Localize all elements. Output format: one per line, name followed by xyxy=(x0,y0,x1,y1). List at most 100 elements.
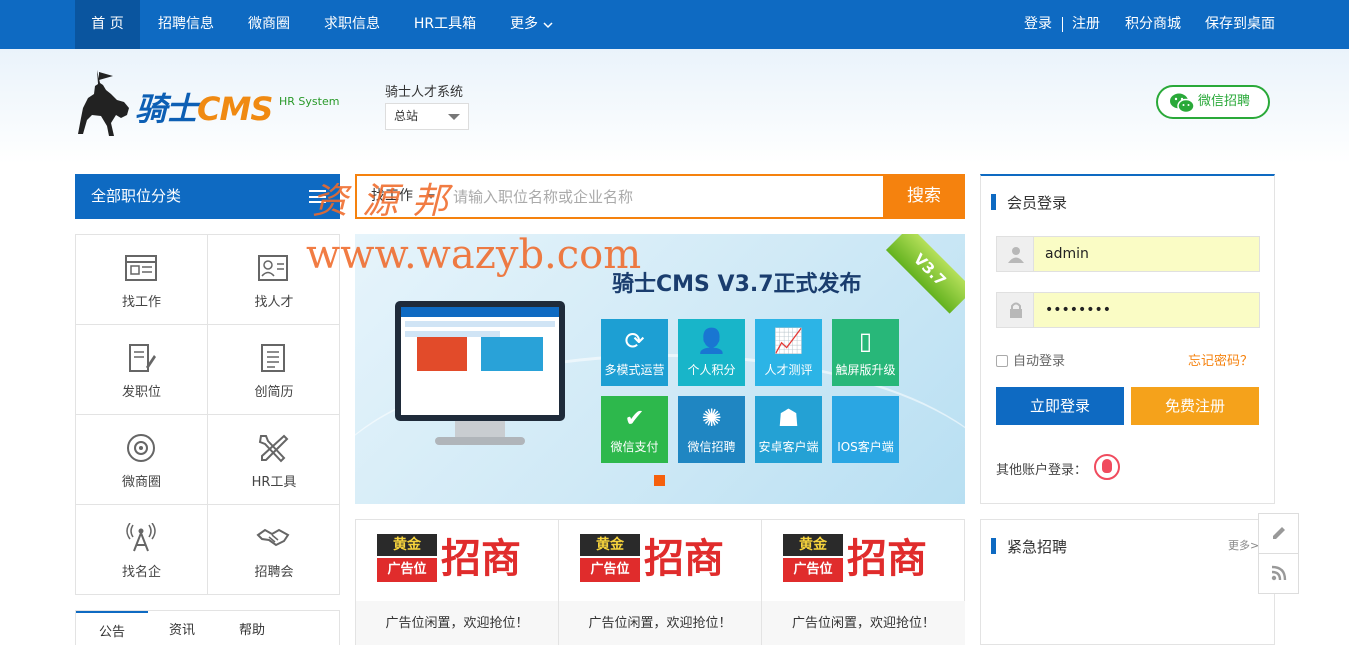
wechat-recruit-button[interactable]: 微信招聘 xyxy=(1156,85,1270,119)
notice-tabs: 公告 资讯 帮助 xyxy=(75,610,340,645)
nav-home[interactable]: 首 页 xyxy=(75,0,140,49)
save-desktop-link[interactable]: 保存到桌面 xyxy=(1202,0,1278,49)
ad-slot[interactable]: 黄金 广告位 招商 广告位闲置，欢迎抢位！ xyxy=(762,520,965,645)
logo-text-cms: CMS xyxy=(197,90,273,128)
login-title: 会员登录 xyxy=(991,192,1067,213)
ad-badge-gold: 黄金 xyxy=(377,534,437,556)
nav-business-circle[interactable]: 微商圈 xyxy=(238,0,300,49)
tab-notice[interactable]: 公告 xyxy=(76,611,148,645)
category-header[interactable]: 全部职位分类 xyxy=(75,174,340,219)
category-job-fair[interactable]: 招聘会 xyxy=(208,505,340,595)
knight-logo-icon xyxy=(78,70,129,136)
category-business-circle[interactable]: 微商圈 xyxy=(76,415,208,505)
android-icon: ☗ xyxy=(777,404,800,432)
wechat-pay-icon: ✔ xyxy=(624,404,645,432)
username-field xyxy=(996,236,1260,272)
shutter-icon: ✺ xyxy=(701,404,722,432)
pencil-icon xyxy=(1273,527,1285,539)
feature-tile: 👤 个人积分 xyxy=(678,319,745,386)
feature-label: 安卓客户端 xyxy=(758,440,819,454)
urgent-title: 紧急招聘 xyxy=(991,536,1067,557)
ad-image: 黄金 广告位 招商 xyxy=(580,534,742,586)
category-label: 找人才 xyxy=(254,295,294,310)
tab-news[interactable]: 资讯 xyxy=(148,611,216,645)
feature-label: 多模式运营 xyxy=(604,363,665,377)
nav-jobs[interactable]: 招聘信息 xyxy=(152,0,220,49)
category-famous-company[interactable]: 找名企 xyxy=(76,505,208,595)
username-input[interactable] xyxy=(1045,245,1245,263)
business-circle-icon xyxy=(127,434,155,462)
carousel-dot[interactable] xyxy=(654,475,665,486)
wechat-icon xyxy=(1170,93,1195,114)
auto-login-label: 自动登录 xyxy=(1013,354,1066,369)
nav-job-seekers[interactable]: 求职信息 xyxy=(317,0,387,49)
register-button[interactable]: 免费注册 xyxy=(1131,387,1259,425)
user-plus-icon: 👤 xyxy=(696,327,727,355)
qq-login-icon[interactable] xyxy=(1094,454,1120,480)
search-button[interactable]: 搜索 xyxy=(883,174,965,219)
checkbox-icon xyxy=(996,355,1008,367)
category-hr-tools[interactable]: HR工具 xyxy=(208,415,340,505)
nav-separator xyxy=(1062,17,1063,32)
category-label: 微商圈 xyxy=(121,475,161,490)
monitor-base xyxy=(435,437,525,445)
ad-slot[interactable]: 黄金 广告位 招商 广告位闲置，欢迎抢位！ xyxy=(356,520,559,645)
search-input[interactable] xyxy=(453,184,873,209)
feature-label: 微信招聘 xyxy=(687,440,736,454)
system-name: 骑士人才系统 xyxy=(385,85,464,100)
category-post-job[interactable]: 发职位 xyxy=(76,325,208,415)
chart-icon: 📈 xyxy=(773,327,804,355)
ad-badge-gold: 黄金 xyxy=(580,534,640,556)
nav-more[interactable]: 更多 xyxy=(504,0,544,49)
other-login-label: 其他账户登录： xyxy=(996,463,1088,478)
version-ribbon: V3.7 xyxy=(885,234,965,314)
category-find-job[interactable]: 找工作 xyxy=(76,235,208,325)
watermark-url: www.wazyb.com xyxy=(306,232,642,278)
more-link[interactable]: 更多> xyxy=(1228,537,1259,553)
feature-tile: ☗ 安卓客户端 xyxy=(755,396,822,463)
ad-badge-slot: 广告位 xyxy=(377,558,437,582)
forgot-password-link[interactable]: 忘记密码？ xyxy=(1188,350,1253,369)
feature-tile: ✔ 微信支付 xyxy=(601,396,668,463)
register-link[interactable]: 注册 xyxy=(1069,0,1103,49)
monitor-stand xyxy=(455,421,505,437)
category-header-label: 全部职位分类 xyxy=(91,187,182,205)
banner-title: 骑士CMS V3.7正式发布 xyxy=(612,272,862,297)
logo-subtitle: HR System xyxy=(279,95,340,108)
site-select[interactable]: 总站 xyxy=(385,103,469,130)
ad-image: 黄金 广告位 招商 xyxy=(377,534,539,586)
ad-caption: 广告位闲置，欢迎抢位！ xyxy=(559,601,761,645)
category-label: 找工作 xyxy=(121,295,161,310)
password-field xyxy=(996,292,1260,328)
tab-help[interactable]: 帮助 xyxy=(216,611,288,645)
nav-hr-tools[interactable]: HR工具箱 xyxy=(407,0,483,49)
feature-label: IOS客户端 xyxy=(837,440,894,454)
create-resume-icon xyxy=(261,344,285,372)
feedback-button[interactable] xyxy=(1259,514,1298,554)
ad-big-text: 招商 xyxy=(441,536,521,582)
ad-badge-gold: 黄金 xyxy=(783,534,843,556)
hr-tools-icon xyxy=(258,434,289,463)
login-button[interactable]: 立即登录 xyxy=(996,387,1124,425)
feature-tile: 📈 人才测评 xyxy=(755,319,822,386)
category-label: 找名企 xyxy=(121,565,161,580)
category-grid: 找工作 找人才 发职位 创简历 微商圈 HR工具 找名企 招聘会 xyxy=(75,234,340,595)
rss-button[interactable] xyxy=(1259,554,1298,594)
side-tools xyxy=(1258,513,1299,594)
category-label: 创简历 xyxy=(254,385,294,400)
refresh-icon: ⟳ xyxy=(624,327,645,355)
auto-login-checkbox[interactable]: 自动登录 xyxy=(996,350,1065,369)
category-create-resume[interactable]: 创简历 xyxy=(208,325,340,415)
talent-search-icon xyxy=(258,255,288,281)
ad-badge-slot: 广告位 xyxy=(783,558,843,582)
feature-tile: IOS客户端 xyxy=(832,396,899,463)
ad-slot[interactable]: 黄金 广告位 招商 广告位闲置，欢迎抢位！ xyxy=(559,520,762,645)
ad-big-text: 招商 xyxy=(644,536,724,582)
points-mall-link[interactable]: 积分商城 xyxy=(1122,0,1184,49)
urgent-recruit-panel: 紧急招聘 更多> xyxy=(980,519,1275,645)
ad-badge-slot: 广告位 xyxy=(580,558,640,582)
feature-tile: ✺ 微信招聘 xyxy=(678,396,745,463)
famous-company-icon xyxy=(126,523,156,552)
password-input[interactable] xyxy=(1045,301,1245,319)
login-link[interactable]: 登录 xyxy=(1022,0,1054,49)
